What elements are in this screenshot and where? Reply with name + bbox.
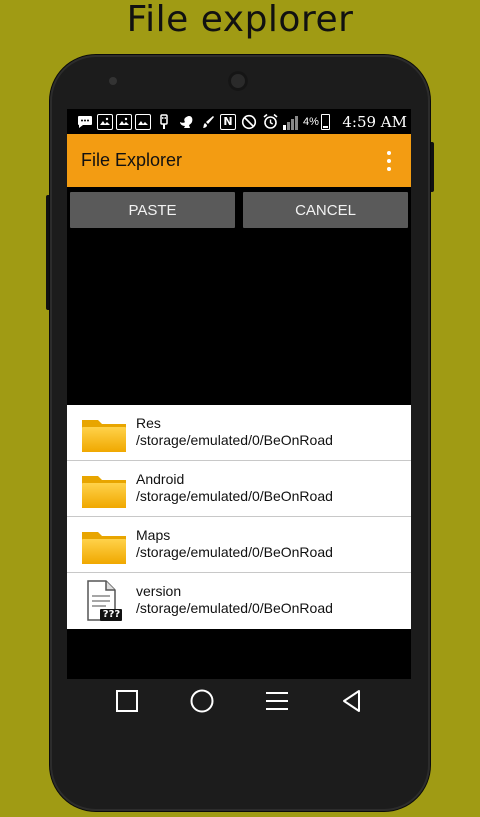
- app-bar: File Explorer: [67, 134, 411, 187]
- home-button[interactable]: [182, 681, 222, 721]
- status-time: 4:59 AM: [342, 112, 407, 131]
- promo-title: File explorer: [126, 0, 354, 40]
- gallery-icon: [97, 113, 113, 130]
- overflow-menu-icon[interactable]: [387, 151, 393, 171]
- recents-button[interactable]: [107, 681, 147, 721]
- app-title: File Explorer: [81, 150, 183, 170]
- alarm-icon: [261, 113, 280, 131]
- sensor-dot: [109, 77, 117, 85]
- file-name: Android: [136, 471, 185, 487]
- list-item-maps[interactable]: Maps /storage/emulated/0/BeOnRoad: [67, 517, 411, 573]
- file-name: Maps: [136, 527, 171, 543]
- file-name: Res: [136, 415, 161, 431]
- cancel-button[interactable]: CANCEL: [243, 192, 408, 228]
- do-not-disturb-icon: [239, 113, 258, 131]
- usb-icon: [154, 113, 173, 131]
- battery-percent: 4%: [303, 115, 319, 128]
- status-bar: N 4% 4:59 AM: [67, 109, 411, 134]
- file-path: /storage/emulated/0/BeOnRoad: [136, 544, 333, 560]
- menu-button[interactable]: [257, 681, 297, 721]
- file-path: /storage/emulated/0/BeOnRoad: [136, 600, 333, 616]
- signal-strength-icon: [283, 114, 299, 130]
- gallery-icon: [116, 113, 132, 130]
- battery-icon: [320, 113, 330, 130]
- action-row: PASTE CANCEL: [67, 192, 411, 228]
- folder-icon: [80, 526, 128, 566]
- navigation-bar: [67, 670, 411, 732]
- squirrel-icon: [176, 113, 195, 131]
- paste-button[interactable]: PASTE: [70, 192, 235, 228]
- unknown-badge: ???: [102, 609, 121, 620]
- image-icon: [135, 113, 151, 130]
- file-path: /storage/emulated/0/BeOnRoad: [136, 432, 333, 448]
- file-name: version: [136, 583, 182, 599]
- brush-icon: [198, 113, 217, 131]
- back-triangle-icon: [342, 690, 360, 712]
- back-button[interactable]: [332, 681, 372, 721]
- square-icon: [115, 690, 138, 712]
- nfc-icon: N: [220, 113, 236, 130]
- file-list: Res /storage/emulated/0/BeOnRoad Android…: [67, 405, 411, 629]
- unknown-file-icon: ???: [80, 580, 128, 622]
- folder-icon: [80, 470, 128, 510]
- front-camera: [228, 71, 248, 91]
- file-path: /storage/emulated/0/BeOnRoad: [136, 488, 333, 504]
- list-item-res[interactable]: Res /storage/emulated/0/BeOnRoad: [67, 405, 411, 461]
- phone-screen: N 4% 4:59 AM File Explorer PASTE CANCEL: [67, 109, 411, 679]
- folder-icon: [80, 414, 128, 454]
- hamburger-icon: [265, 692, 288, 710]
- list-item-version[interactable]: ??? version /storage/emulated/0/BeOnRoad: [67, 573, 411, 629]
- list-item-android[interactable]: Android /storage/emulated/0/BeOnRoad: [67, 461, 411, 517]
- circle-icon: [190, 689, 213, 713]
- message-icon: [75, 113, 94, 131]
